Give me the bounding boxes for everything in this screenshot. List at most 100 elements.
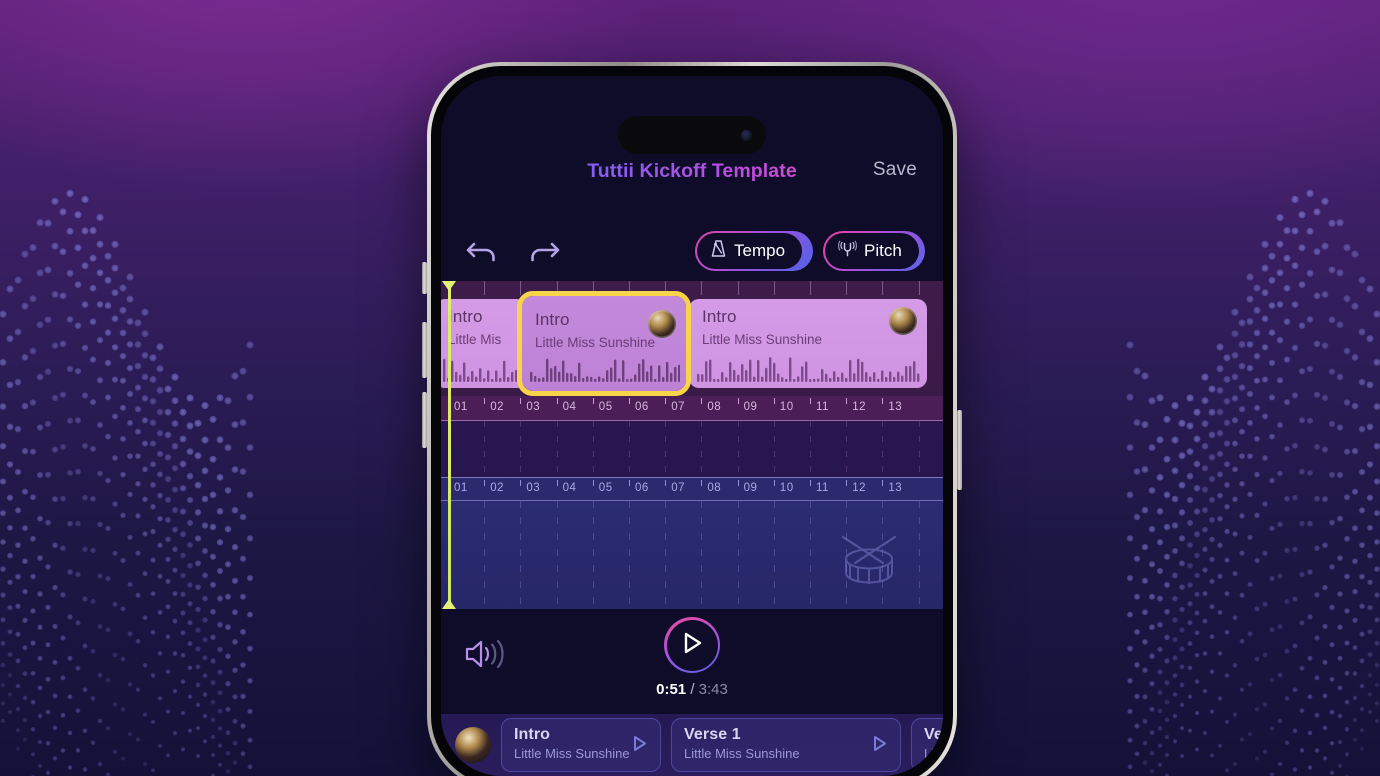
grid-line [737,501,739,609]
volume-up-button[interactable] [422,322,427,378]
tempo-button[interactable]: Tempo [695,231,813,271]
page-title: Tuttii Kickoff Template [441,160,943,183]
track-vocal[interactable]: Intro Little Mis Intro Little Miss Sunshine… [441,281,943,406]
snare-drum-icon [833,529,905,600]
grid-line [484,421,486,483]
ruler-tick: 10 [779,482,794,494]
waveform [530,358,681,382]
secondary-grid [441,421,943,483]
clip-selected-frame[interactable]: Intro Little Miss Sunshine [517,291,691,396]
section-card[interactable]: Intro Little Miss Sunshine [501,718,661,772]
ruler-tick: 03 [526,401,541,413]
ruler-tick: 04 [562,401,577,413]
grid-line [773,501,775,609]
ruler-tick: 02 [490,482,504,494]
ruler-tick: 05 [598,401,613,413]
silent-switch[interactable] [422,262,427,294]
ruler-tickmark [846,398,848,404]
section-subtitle: Little Miss Sunshine [514,746,630,761]
clip-subtitle: Little Miss Sunshine [702,332,823,347]
phone-screen: Tuttii Kickoff Template Save Tempo Pitch… [441,76,943,776]
grid-line [846,281,848,295]
redo-arrow-icon[interactable] [527,239,561,270]
section-card[interactable]: Verse 1 Little Miss Sunshine [671,718,901,772]
ruler-tick: 12 [852,401,866,413]
play-icon[interactable] [631,734,648,758]
play-triangle-icon [680,630,704,661]
section-name: Intro [514,726,551,743]
grid-line [737,421,739,483]
clip-subtitle: Little Miss Sunshine [535,335,656,350]
waveform [443,358,522,382]
clip[interactable]: Intro Little Miss Sunshine [689,299,927,388]
volume-down-button[interactable] [422,392,427,448]
section-card[interactable]: Ve Lit [911,718,943,772]
ruler-tickmark [773,398,775,404]
ruler-tickmark [665,398,667,404]
ruler-tickmark [701,480,703,486]
ruler-tickmark [737,398,739,404]
pitch-button[interactable]: Pitch [823,231,925,271]
grid-line [629,421,630,483]
grid-line [520,281,522,295]
save-button[interactable]: Save [873,159,917,181]
total-time: 3:43 [698,681,728,698]
grid-line [556,421,558,483]
undo-arrow-icon[interactable] [465,239,499,270]
grid-line [629,501,630,609]
ruler-tick: 13 [888,482,903,494]
ruler-tickmark [484,398,486,404]
timeline-editor[interactable]: Intro Little Mis Intro Little Miss Sunshine… [441,281,943,609]
clip[interactable]: Intro Little Mis [441,299,527,388]
section-name: Verse 1 [684,726,741,743]
playhead-top-handle[interactable] [442,281,456,291]
section-list[interactable]: Intro Little Miss Sunshine Verse 1 Little M… [441,714,943,776]
grid-line [882,281,884,295]
ruler-bottom[interactable]: 01 02 03 04 05 06 07 08 09 10 11 12 13 [441,477,943,501]
ruler-tickmark [882,398,884,404]
clip-title: Intro [702,307,737,326]
section-subtitle: Lit [924,746,938,761]
clip-subtitle: Little Mis [448,332,502,347]
clip[interactable]: Intro Little Miss Sunshine [522,296,686,391]
play-button[interactable] [664,617,720,673]
speaker-volume-icon[interactable] [463,637,507,676]
ruler-tickmark [629,480,630,486]
power-button[interactable] [957,410,962,490]
grid-line [665,421,667,483]
play-icon[interactable] [871,734,888,758]
current-time: 0:51 [656,681,687,698]
track-drums[interactable] [441,501,943,609]
ruler-tick: 01 [454,482,468,494]
grid-line [918,281,920,295]
ruler-tickmark [520,480,522,486]
tuning-fork-icon [838,239,857,263]
ruler-tick: 05 [598,482,613,494]
ruler-tickmark [520,398,522,404]
playhead-bottom-handle[interactable] [442,599,456,609]
grid-line [665,501,667,609]
playhead[interactable] [442,281,456,609]
artist-avatar [455,727,491,763]
ruler-tick: 12 [852,482,866,494]
grid-line [846,421,848,483]
clip-waveform [695,356,921,382]
grid-line [520,501,522,609]
section-name: Ve [924,726,943,743]
ruler-tick: 08 [707,401,722,413]
grid-line [701,421,703,483]
ruler-tick: 11 [816,401,829,413]
grid-line [810,501,811,609]
ruler-tick: 07 [671,482,685,494]
grid-line [773,281,775,295]
grid-line [701,501,703,609]
ruler-tickmark [592,398,594,404]
clip-avatar [889,307,917,335]
clip-title: Intro [448,307,483,326]
playback-controls: 0:51 / 3:43 [441,609,943,714]
ruler-tickmark [665,480,667,486]
phone-device-frame: Tuttii Kickoff Template Save Tempo Pitch… [422,62,962,776]
grid-line [592,421,594,483]
ruler-top[interactable]: 01 02 03 04 05 06 07 08 09 10 11 12 13 [441,396,943,421]
track-secondary[interactable] [441,421,943,483]
